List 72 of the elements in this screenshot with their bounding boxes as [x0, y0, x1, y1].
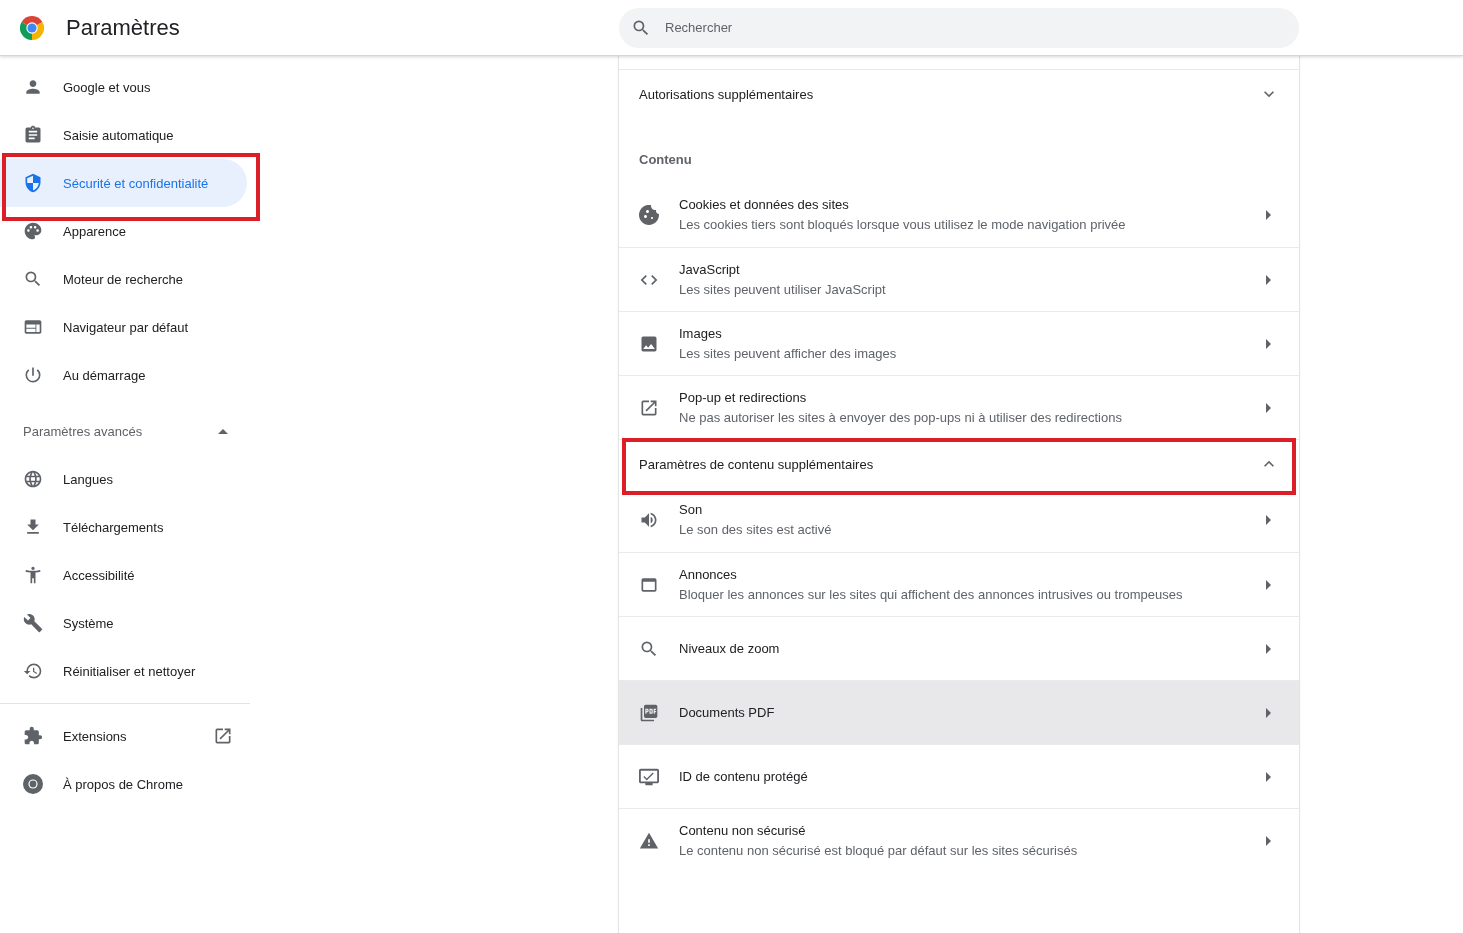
- caret-right-icon: [1266, 210, 1271, 220]
- wrench-icon: [23, 613, 43, 633]
- clipboard-icon: [23, 125, 43, 145]
- search-field[interactable]: Rechercher: [619, 7, 1299, 48]
- power-icon: [23, 365, 43, 385]
- nav-item[interactable]: Système: [0, 599, 247, 647]
- nav-item[interactable]: Réinitialiser et nettoyer: [0, 647, 247, 695]
- page-title: Paramètres: [66, 14, 180, 41]
- nav-item[interactable]: Navigateur par défaut: [0, 303, 247, 351]
- nav-item[interactable]: Au démarrage: [0, 351, 247, 399]
- row-description: Bloquer les annonces sur les sites qui affichent des annonces intrusives ou trompeuses: [679, 585, 1184, 604]
- advanced-toggle[interactable]: Paramètres avancés: [0, 407, 247, 455]
- settings-row[interactable]: ID de contenu protégé: [619, 744, 1299, 808]
- row-title: Documents PDF: [679, 703, 776, 722]
- caret-right-icon: [1266, 835, 1271, 846]
- caret-right-icon: [1266, 515, 1271, 525]
- row-description: Le son des sites est activé: [679, 521, 833, 539]
- settings-row[interactable]: Cookies et données des sites Les cookies tiers sont bloqués lorsque vous utilisez le mode navigation privée: [619, 183, 1299, 247]
- pdf-icon: [639, 702, 659, 723]
- history-icon: [23, 661, 43, 681]
- nav-item[interactable]: Extensions: [0, 712, 247, 760]
- settings-row[interactable]: Images Les sites peuvent afficher des images: [619, 311, 1299, 375]
- browser-window-icon: [23, 317, 43, 337]
- palette-icon: [23, 221, 43, 241]
- speaker-icon: [639, 510, 659, 530]
- settings-row[interactable]: JavaScript Les sites peuvent utiliser JavaScript: [619, 247, 1299, 311]
- caret-right-icon: [1266, 771, 1271, 782]
- row-title: Pop-up et redirections: [679, 388, 808, 407]
- row-title: Niveaux de zoom: [679, 639, 781, 658]
- nav-item[interactable]: Accessibilité: [0, 551, 247, 599]
- globe-icon: [23, 469, 43, 489]
- row-title: Annonces: [679, 565, 738, 584]
- nav-item[interactable]: À propos de Chrome: [0, 760, 247, 808]
- caret-right-icon: [1266, 579, 1271, 590]
- monitor-check-icon: [639, 766, 659, 787]
- settings-row[interactable]: Son Le son des sites est activé: [619, 488, 1299, 552]
- settings-row[interactable]: Pop-up et redirections Ne pas autoriser les sites à envoyer des pop-ups ni à utiliser des redirections: [619, 375, 1299, 439]
- row-description: Les cookies tiers sont bloqués lorsque vous utilisez le mode navigation privée: [679, 216, 1127, 234]
- row-description: Le contenu non sécurisé est bloqué par défaut sur les sites sécurisés: [679, 841, 1079, 860]
- accessibility-icon: [23, 565, 43, 585]
- nav-item[interactable]: Moteur de recherche: [0, 255, 247, 303]
- settings-row[interactable]: Niveaux de zoom: [619, 616, 1299, 680]
- row-description: Les sites peuvent afficher des images: [679, 344, 898, 363]
- row-description: Ne pas autoriser les sites à envoyer des pop-ups ni à utiliser des redirections: [679, 408, 1123, 427]
- settings-row[interactable]: Contenu non sécurisé Le contenu non sécurisé est bloqué par défaut sur les sites sécurisés: [619, 808, 1299, 872]
- nav-item[interactable]: Langues: [0, 455, 247, 503]
- nav-item[interactable]: Apparence: [0, 207, 247, 255]
- row-title: Cookies et données des sites: [679, 196, 850, 214]
- shield-icon: [23, 173, 43, 193]
- row-title: ID de contenu protégé: [679, 767, 809, 786]
- nav-item[interactable]: Saisie automatique: [0, 111, 247, 159]
- nav-item[interactable]: Téléchargements: [0, 503, 247, 551]
- row-title: Son: [679, 501, 704, 519]
- nav-item[interactable]: Google et vous: [0, 63, 247, 111]
- logo-icon: [23, 774, 43, 794]
- settings-row[interactable]: Documents PDF: [619, 680, 1299, 744]
- caret-right-icon: [1266, 643, 1271, 654]
- settings-row[interactable]: Annonces Bloquer les annonces sur les sites qui affichent des annonces intrusives ou trompeuses: [619, 552, 1299, 616]
- caret-right-icon: [1266, 707, 1271, 718]
- section-heading: Contenu: [638, 151, 693, 169]
- caret-right-icon: [1266, 402, 1271, 413]
- search-icon: [23, 269, 43, 289]
- app-logo: [20, 15, 44, 40]
- row-description: Les sites peuvent utiliser JavaScript: [679, 280, 887, 299]
- caret-right-icon: [1266, 274, 1271, 285]
- puzzle-icon: [23, 726, 43, 746]
- row-title: Images: [679, 324, 723, 343]
- cookie-icon: [639, 205, 659, 225]
- row-title: Contenu non sécurisé: [679, 821, 807, 840]
- row-title: JavaScript: [679, 260, 741, 279]
- section-toggle[interactable]: Autorisations supplémentaires: [619, 69, 1299, 118]
- caret-right-icon: [1266, 338, 1271, 349]
